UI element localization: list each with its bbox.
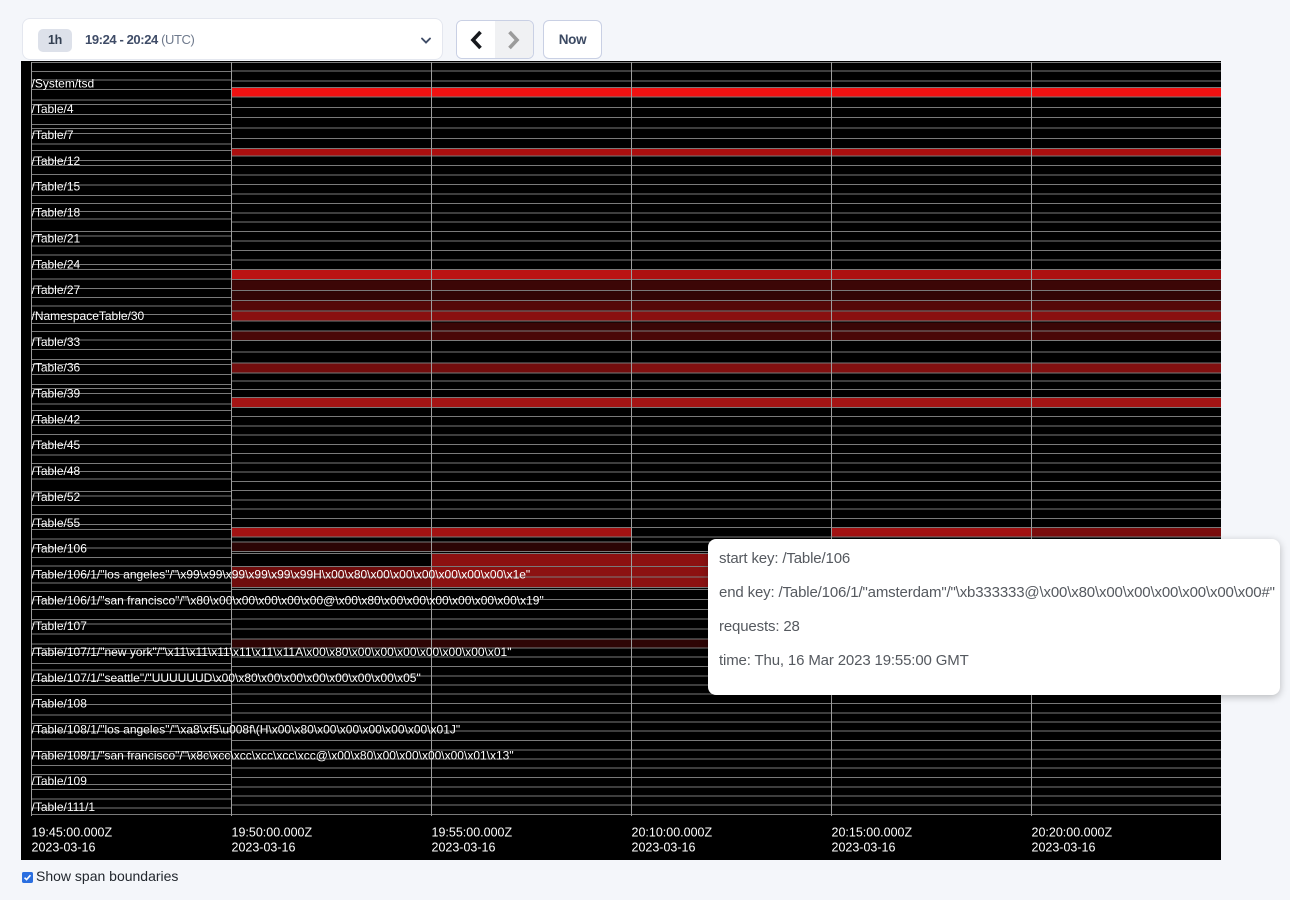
svg-text:/Table/7: /Table/7 — [32, 128, 74, 142]
svg-text:20:20:00.000Z: 20:20:00.000Z — [1032, 826, 1113, 840]
svg-text:2023-03-16: 2023-03-16 — [32, 841, 96, 855]
svg-text:/NamespaceTable/30: /NamespaceTable/30 — [32, 309, 145, 323]
svg-text:/Table/39: /Table/39 — [32, 387, 81, 401]
svg-text:2023-03-16: 2023-03-16 — [1032, 841, 1096, 855]
svg-text:19:45:00.000Z: 19:45:00.000Z — [32, 826, 113, 840]
svg-text:/Table/21: /Table/21 — [32, 231, 81, 245]
svg-text:2023-03-16: 2023-03-16 — [232, 841, 296, 855]
svg-text:/Table/36: /Table/36 — [32, 361, 81, 375]
svg-text:/Table/33: /Table/33 — [32, 335, 81, 349]
svg-text:/Table/24: /Table/24 — [32, 257, 81, 271]
svg-text:/System/tsd: /System/tsd — [32, 76, 95, 90]
svg-text:/Table/55: /Table/55 — [32, 516, 81, 530]
svg-text:/Table/15: /Table/15 — [32, 180, 81, 194]
svg-text:/Table/18: /Table/18 — [32, 206, 81, 220]
svg-text:/Table/107/1/"seattle"/"UUUUUU: /Table/107/1/"seattle"/"UUUUUUD\x00\x80\… — [32, 671, 421, 685]
svg-text:2023-03-16: 2023-03-16 — [632, 841, 696, 855]
svg-text:/Table/12: /Table/12 — [32, 154, 81, 168]
svg-text:2023-03-16: 2023-03-16 — [832, 841, 896, 855]
svg-text:20:10:00.000Z: 20:10:00.000Z — [632, 826, 713, 840]
svg-text:/Table/107: /Table/107 — [32, 619, 88, 633]
svg-text:19:55:00.000Z: 19:55:00.000Z — [432, 826, 513, 840]
svg-text:/Table/45: /Table/45 — [32, 438, 81, 452]
svg-text:/Table/106/1/"san francisco"/": /Table/106/1/"san francisco"/"\x80\x00\x… — [32, 593, 544, 607]
svg-text:/Table/106/1/"los angeles"/"\x: /Table/106/1/"los angeles"/"\x99\x99\x99… — [32, 568, 531, 582]
svg-text:/Table/108: /Table/108 — [32, 697, 88, 711]
svg-text:/Table/108/1/"san francisco"/": /Table/108/1/"san francisco"/"\x8c\xcc\x… — [32, 748, 514, 762]
svg-text:19:50:00.000Z: 19:50:00.000Z — [232, 826, 313, 840]
svg-text:/Table/52: /Table/52 — [32, 490, 81, 504]
svg-text:/Table/108/1/"los angeles"/"\x: /Table/108/1/"los angeles"/"\xa8\xf5\u00… — [32, 723, 461, 737]
svg-text:/Table/109: /Table/109 — [32, 774, 88, 788]
svg-text:/Table/27: /Table/27 — [32, 283, 81, 297]
svg-text:/Table/4: /Table/4 — [32, 102, 74, 116]
svg-text:/Table/107/1/"new york"/"\x11\: /Table/107/1/"new york"/"\x11\x11\x11\x1… — [32, 645, 512, 659]
svg-text:/Table/48: /Table/48 — [32, 464, 81, 478]
svg-text:/Table/106: /Table/106 — [32, 542, 88, 556]
svg-text:2023-03-16: 2023-03-16 — [432, 841, 496, 855]
svg-text:/Table/111/1: /Table/111/1 — [32, 800, 96, 814]
svg-text:20:15:00.000Z: 20:15:00.000Z — [832, 826, 913, 840]
svg-text:/Table/42: /Table/42 — [32, 412, 81, 426]
